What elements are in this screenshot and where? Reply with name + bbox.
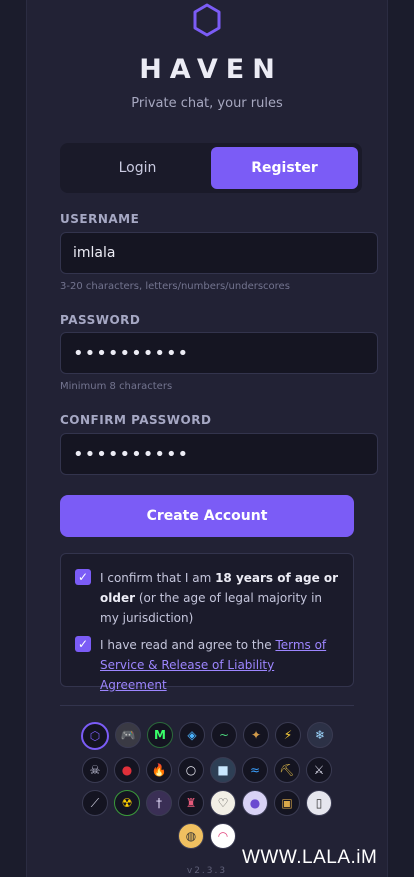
terms-consent-row: ✓ I have read and agree to the Terms of … (75, 635, 339, 695)
lightning-icon[interactable]: ⚡ (275, 722, 301, 748)
gamepad-icon[interactable]: 🎮 (115, 722, 141, 748)
username-hint: 3-20 characters, letters/numbers/undersc… (60, 281, 290, 292)
age-checkbox[interactable]: ✓ (75, 569, 91, 585)
ornament-icon[interactable]: ✦ (243, 722, 269, 748)
password-input[interactable]: •••••••••• (60, 332, 378, 374)
tv-icon[interactable]: ▣ (274, 790, 300, 816)
password-label: PASSWORD (60, 313, 141, 327)
terms-consent-text: I have read and agree to the Terms of Se… (100, 638, 327, 692)
dagger-icon[interactable]: † (146, 790, 172, 816)
blood-drop-icon[interactable]: ● (114, 757, 140, 783)
app-title: HAVEN (139, 54, 283, 85)
flame-icon[interactable]: 🔥 (146, 757, 172, 783)
tab-register[interactable]: Register (211, 147, 358, 189)
create-account-button[interactable]: Create Account (60, 495, 354, 537)
password-hint: Minimum 8 characters (60, 381, 173, 392)
tilde-icon[interactable]: ~ (211, 722, 237, 748)
hexagon-icon[interactable]: ⬡ (81, 722, 109, 750)
tab-login[interactable]: Login (64, 147, 211, 189)
snowflake-icon[interactable]: ❄ (307, 722, 333, 748)
skull-icon[interactable]: ☠ (82, 757, 108, 783)
hexagon-logo-icon (193, 3, 221, 37)
icon-row: ⟋ ☢ † ♜ ♡ ● ▣ ▯ (71, 790, 343, 816)
icon-row: ◍ ◠ (71, 823, 343, 849)
auth-tabs: Login Register (60, 143, 362, 193)
ice-cube-icon[interactable]: ■ (210, 757, 236, 783)
wand-icon[interactable]: ⟋ (82, 790, 108, 816)
phone-icon[interactable]: ▯ (306, 790, 332, 816)
avatar-icon-picker: ⬡ 🎮 M ◈ ~ ✦ ⚡ ❄ ☠ ● 🔥 ○ ■ ≈ ⛏ ⚔ ⟋ ☢ † ♜ … (71, 722, 343, 856)
m-letter-icon[interactable]: M (147, 722, 173, 748)
logo (27, 2, 387, 38)
consent-box: ✓ I confirm that I am 18 years of age or… (60, 553, 354, 692)
confirm-password-input[interactable]: •••••••••• (60, 433, 378, 475)
username-input[interactable]: imlala (60, 232, 378, 274)
crossed-swords-icon[interactable]: ⚔ (306, 757, 332, 783)
crystal-ball-icon[interactable]: ● (242, 790, 268, 816)
radioactive-icon[interactable]: ☢ (114, 790, 140, 816)
age-consent-text: I confirm that I am 18 years of age or o… (100, 571, 339, 625)
dove-icon[interactable]: ♡ (210, 790, 236, 816)
castle-icon[interactable]: ♜ (178, 790, 204, 816)
confirm-password-label: CONFIRM PASSWORD (60, 413, 212, 427)
pickaxe-icon[interactable]: ⛏ (274, 757, 300, 783)
rainbow-icon[interactable]: ◠ (210, 823, 236, 849)
terms-checkbox[interactable]: ✓ (75, 636, 91, 652)
wave-icon[interactable]: ≈ (242, 757, 268, 783)
palette-icon[interactable]: ◍ (178, 823, 204, 849)
app-tagline: Private chat, your rules (131, 96, 283, 111)
username-label: USERNAME (60, 212, 140, 226)
watermark-text: WWW.LALA.iM (242, 847, 378, 868)
auth-card: HAVEN Private chat, your rules Login Reg… (26, 0, 388, 877)
icon-row: ☠ ● 🔥 ○ ■ ≈ ⛏ ⚔ (71, 757, 343, 783)
icon-row: ⬡ 🎮 M ◈ ~ ✦ ⚡ ❄ (71, 722, 343, 750)
divider (60, 705, 354, 706)
diamond-icon[interactable]: ◈ (179, 722, 205, 748)
age-consent-row: ✓ I confirm that I am 18 years of age or… (75, 568, 339, 628)
ring-icon[interactable]: ○ (178, 757, 204, 783)
